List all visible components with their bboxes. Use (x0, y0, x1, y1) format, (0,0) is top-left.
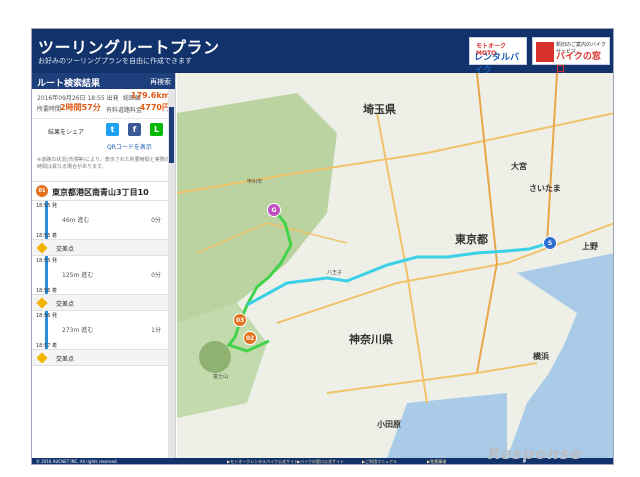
map-label-ueno: 上野 (582, 242, 598, 251)
sidebar-scrollbar[interactable] (168, 89, 175, 458)
time-row: 所要時間 2時間57分 有料道路料金 4770円 (32, 103, 175, 119)
step-distance: 273m 進む (62, 327, 94, 334)
twitter-icon[interactable]: t (106, 123, 119, 136)
page-subtitle: お好みのツーリングプランを自由に作成できます (38, 57, 192, 65)
start-pin-icon: 01 (36, 185, 48, 197)
map-label-tokyo: 東京都 (455, 233, 488, 246)
start-address: 東京都港区南青山3丁目10 (52, 188, 149, 197)
route-note: ※道路の状況(渋滞等)により、表示された所要時間と実際の時間は異なる場合がありま… (37, 157, 170, 170)
crossing-item[interactable]: 交差点 (32, 294, 175, 311)
waypoint-02-icon[interactable]: 02 (243, 331, 257, 345)
response-watermark: Response (488, 444, 583, 463)
bike-logo-main: バイクの窓口 (556, 52, 601, 75)
step-depart: 18:55 発 (36, 203, 57, 209)
result-heading-text: ルート検索結果 (37, 79, 101, 89)
tokyo-bay (507, 253, 613, 458)
crossing-label: 交差点 (56, 356, 75, 363)
crossing-icon (36, 297, 48, 309)
step-minutes: 1分 (151, 327, 161, 334)
bike-logo-icon (536, 42, 554, 62)
rental-bike-logo[interactable]: モトオークMOTO レンタルバイク (469, 37, 527, 76)
page-title: ツーリングルートプラン (38, 38, 220, 57)
crossing-icon (36, 242, 48, 254)
toll-fee: 4770円 (139, 103, 170, 112)
scrollbar-thumb[interactable] (169, 107, 174, 163)
step-arrive: 18:55 着 (36, 233, 57, 239)
map-label-yokohama: 横浜 (533, 352, 549, 361)
step-depart: 18:56 発 (36, 313, 57, 319)
route-step: 18:55 発 46m 進む 0分 18:55 着 (32, 201, 175, 239)
map-label-omiya: 大宮 (511, 162, 527, 171)
toll-label: 有料道路料金 (106, 107, 143, 114)
footer-link-disclaimer[interactable]: ▶免責事項 (427, 459, 446, 464)
map-label-hachioji: 八王子 (327, 270, 343, 276)
share-label: 結果をシェア (48, 129, 85, 136)
footer-link-rental[interactable]: ▶モトオークレンタルバイク公式サイト (227, 459, 298, 464)
step-distance: 125m 進む (62, 272, 94, 279)
qr-code-link[interactable]: QRコードを表示 (107, 142, 152, 151)
crossing-label: 交差点 (56, 301, 75, 308)
app-window: ツーリングルートプラン お好みのツーリングプランを自由に作成できます モトオーク… (31, 28, 614, 465)
start-pin-icon[interactable]: S (543, 236, 557, 250)
crossing-label: 交差点 (56, 246, 75, 253)
step-minutes: 0分 (151, 272, 161, 279)
crossing-item[interactable]: 交差点 (32, 239, 175, 256)
goal-pin-icon[interactable]: G (267, 203, 281, 217)
route-map[interactable]: 埼玉県 東京都 神奈川県 さいたま 大宮 横浜 小田原 上野 富士山 甲州市 八… (177, 73, 613, 458)
map-canvas (177, 73, 613, 458)
app-header: ツーリングルートプラン お好みのツーリングプランを自由に作成できます モトオーク… (32, 29, 613, 76)
result-heading: ルート検索結果 再検索 (32, 73, 175, 89)
step-distance: 46m 進む (62, 217, 90, 224)
map-label-odawara: 小田原 (377, 420, 401, 429)
line-icon[interactable]: L (150, 123, 163, 136)
route-step: 18:56 発 273m 進む 1分 18:57 着 (32, 311, 175, 349)
map-label-saitama-city: さいたま (529, 184, 561, 193)
qr-row: QRコードを表示 (32, 141, 175, 151)
crossing-item[interactable]: 交差点 (32, 349, 175, 366)
map-label-kanagawa: 神奈川県 (349, 333, 393, 346)
map-label-fujisan: 富士山 (213, 374, 229, 380)
share-row: 結果をシェア t f L (32, 119, 175, 141)
step-depart: 18:55 発 (36, 258, 57, 264)
map-label-koshu: 甲州市 (247, 179, 263, 185)
mt-fuji (199, 341, 231, 373)
step-arrive: 18:57 着 (36, 343, 57, 349)
total-distance: 179.6km (131, 91, 170, 100)
route-step: 18:55 発 125m 進む 0分 18:56 着 (32, 256, 175, 294)
crossing-icon (36, 352, 48, 364)
footer-link-bike[interactable]: ▶バイクの窓口公式サイト (297, 459, 344, 464)
step-minutes: 0分 (151, 217, 161, 224)
research-button[interactable]: 再検索 (150, 77, 171, 87)
bike-window-logo[interactable]: 新旧のご案内のバイクサービス バイクの窓口 (532, 37, 610, 75)
departure-date: 2016年09月26日 18:55 出発 (37, 95, 119, 102)
required-time: 2時間57分 (60, 103, 101, 112)
facebook-icon[interactable]: f (128, 123, 141, 136)
step-arrive: 18:56 着 (36, 288, 57, 294)
start-point[interactable]: 01 東京都港区南青山3丁目10 (32, 181, 175, 201)
map-label-saitama: 埼玉県 (363, 103, 396, 116)
footer-link-manual[interactable]: ▶ご利用マニュアル (362, 459, 397, 464)
waypoint-03-icon[interactable]: 03 (233, 313, 247, 327)
route-result-panel: ルート検索結果 再検索 2016年09月26日 18:55 出発 総距離 179… (32, 73, 176, 458)
required-time-label: 所要時間 (37, 106, 62, 113)
copyright-text: © 2016 AUCNET INC. All rights reserved. (36, 459, 118, 464)
